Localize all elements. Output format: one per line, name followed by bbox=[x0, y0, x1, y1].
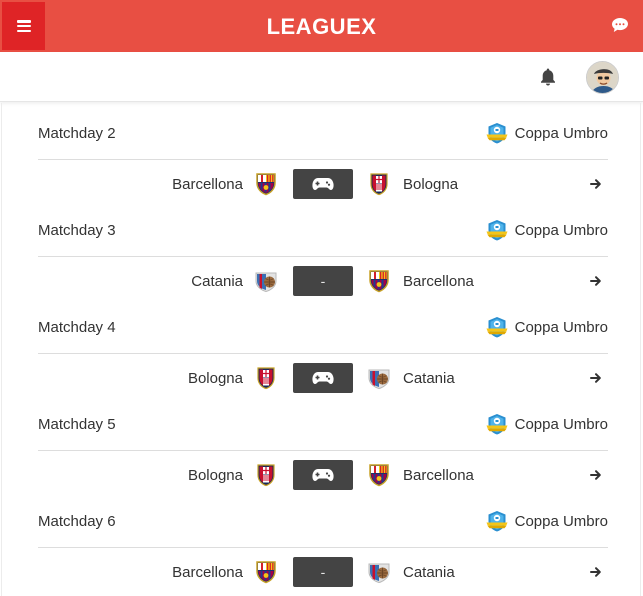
barcellona-crest-icon bbox=[367, 269, 391, 293]
gamepad-icon bbox=[312, 469, 334, 481]
competition-logo-icon bbox=[486, 414, 508, 435]
competition-logo-icon bbox=[486, 511, 508, 532]
arrow-right-icon[interactable] bbox=[588, 564, 604, 580]
match-row[interactable]: Barcellona - Catania bbox=[38, 547, 608, 596]
score-text: - bbox=[320, 564, 326, 580]
competition-link[interactable]: Coppa Umbro bbox=[485, 218, 608, 242]
home-team-name: Bologna bbox=[187, 467, 243, 484]
gamepad-icon bbox=[312, 178, 334, 190]
bologna-crest-icon bbox=[254, 366, 278, 390]
matchday-header: Matchday 3 Coppa Umbro bbox=[38, 209, 608, 251]
competition-link[interactable]: Coppa Umbro bbox=[485, 509, 608, 533]
away-team-name: Catania bbox=[403, 564, 455, 581]
competition-logo-icon bbox=[486, 220, 508, 241]
score-button[interactable]: - bbox=[293, 266, 353, 296]
competition-logo-icon bbox=[486, 317, 508, 338]
match-row[interactable]: Bologna Barcellona bbox=[38, 450, 608, 499]
away-team-name: Catania bbox=[403, 370, 455, 387]
match-row[interactable]: Bologna Catania bbox=[38, 353, 608, 402]
bologna-crest-icon bbox=[367, 172, 391, 196]
home-team-name: Bologna bbox=[187, 370, 243, 387]
score-button[interactable]: - bbox=[293, 557, 353, 587]
matchday-header: Matchday 2 Coppa Umbro bbox=[38, 112, 608, 154]
match-row[interactable]: Catania - Barcellona bbox=[38, 256, 608, 305]
competition-link[interactable]: Coppa Umbro bbox=[485, 121, 608, 145]
barcellona-crest-icon bbox=[254, 172, 278, 196]
top-bar: LEAGUEX bbox=[0, 0, 643, 52]
barcellona-crest-icon bbox=[367, 463, 391, 487]
menu-button[interactable] bbox=[2, 2, 45, 50]
arrow-right-icon[interactable] bbox=[588, 370, 604, 386]
catania-crest-icon bbox=[367, 560, 391, 584]
matchday-header: Matchday 5 Coppa Umbro bbox=[38, 403, 608, 445]
chat-bubble-icon[interactable] bbox=[611, 17, 629, 33]
avatar[interactable] bbox=[586, 61, 619, 94]
competition-link[interactable]: Coppa Umbro bbox=[485, 315, 608, 339]
arrow-right-icon[interactable] bbox=[588, 176, 604, 192]
score-button[interactable] bbox=[293, 460, 353, 490]
competition-name: Coppa Umbro bbox=[514, 221, 608, 239]
user-bar bbox=[0, 52, 643, 102]
user-avatar-icon bbox=[587, 62, 618, 93]
competition-logo-icon bbox=[486, 123, 508, 144]
matchday-header: Matchday 6 Coppa Umbro bbox=[38, 500, 608, 542]
competition-name: Coppa Umbro bbox=[514, 415, 608, 433]
bell-icon[interactable] bbox=[539, 67, 557, 86]
matchday-label: Matchday 2 bbox=[38, 124, 116, 142]
competition-name: Coppa Umbro bbox=[514, 124, 608, 142]
matchday-label: Matchday 4 bbox=[38, 318, 116, 336]
match-row[interactable]: Barcellona Bologna bbox=[38, 159, 608, 208]
competition-link[interactable]: Coppa Umbro bbox=[485, 412, 608, 436]
catania-crest-icon bbox=[367, 366, 391, 390]
away-team-name: Barcellona bbox=[403, 273, 474, 290]
away-team-name: Bologna bbox=[403, 176, 459, 193]
matchday-label: Matchday 3 bbox=[38, 221, 116, 239]
away-team-name: Barcellona bbox=[403, 467, 474, 484]
score-button[interactable] bbox=[293, 169, 353, 199]
matchday-header: Matchday 4 Coppa Umbro bbox=[38, 306, 608, 348]
competition-name: Coppa Umbro bbox=[514, 318, 608, 336]
catania-crest-icon bbox=[254, 269, 278, 293]
arrow-right-icon[interactable] bbox=[588, 273, 604, 289]
home-team-name: Barcellona bbox=[172, 176, 243, 193]
app-logo: LEAGUEX bbox=[266, 14, 377, 39]
score-text: - bbox=[320, 273, 326, 289]
home-team-name: Catania bbox=[191, 273, 243, 290]
gamepad-icon bbox=[312, 372, 334, 384]
arrow-right-icon[interactable] bbox=[588, 467, 604, 483]
barcellona-crest-icon bbox=[254, 560, 278, 584]
bologna-crest-icon bbox=[254, 463, 278, 487]
home-team-name: Barcellona bbox=[172, 564, 243, 581]
fixtures-list: Matchday 2 Coppa Umbro Barcellona Bologna M… bbox=[1, 103, 641, 596]
competition-name: Coppa Umbro bbox=[514, 512, 608, 530]
matchday-label: Matchday 5 bbox=[38, 415, 116, 433]
matchday-label: Matchday 6 bbox=[38, 512, 116, 530]
hamburger-icon bbox=[16, 20, 31, 32]
score-button[interactable] bbox=[293, 363, 353, 393]
